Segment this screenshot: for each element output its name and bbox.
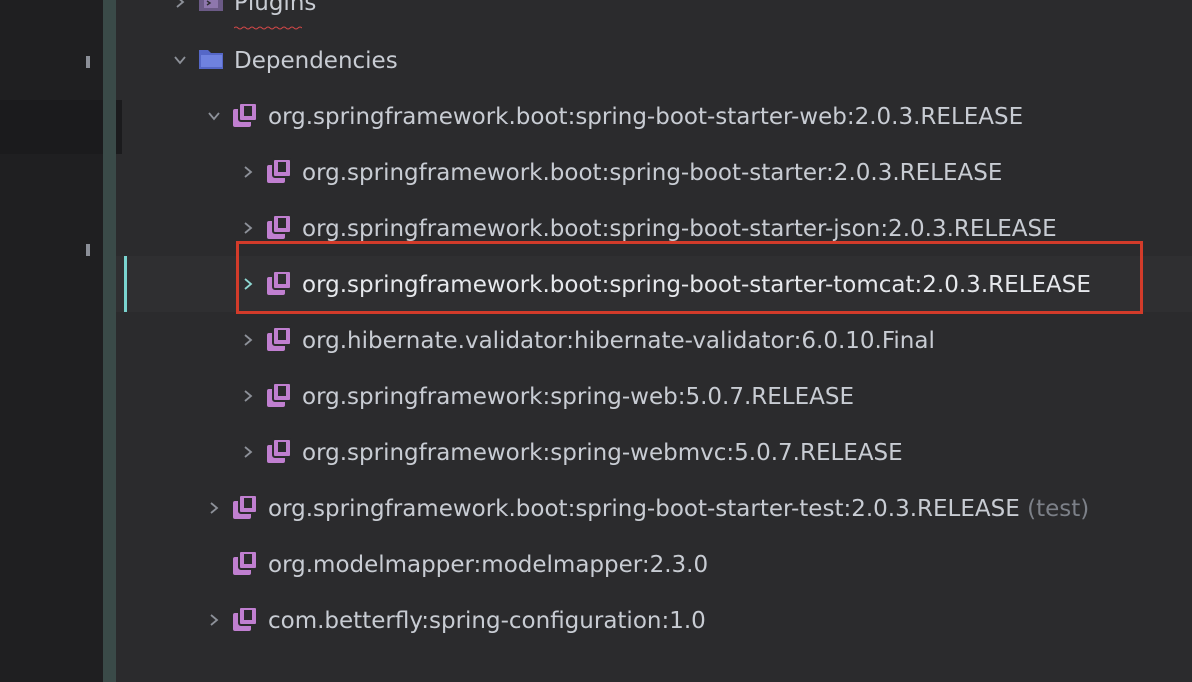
tree-label: org.springframework.boot:spring-boot-sta… bbox=[302, 160, 1003, 186]
scroll-marker bbox=[86, 56, 90, 68]
tree-row-dependency[interactable]: com.betterfly:spring-configuration:1.0 bbox=[116, 592, 1192, 648]
highlight-annotation-box bbox=[236, 241, 1143, 314]
chevron-down-icon[interactable] bbox=[170, 32, 190, 88]
plugin-folder-icon bbox=[199, 0, 223, 11]
chevron-right-icon[interactable] bbox=[238, 424, 258, 480]
tree-label: org.springframework.boot:spring-boot-sta… bbox=[268, 104, 1024, 130]
library-icon bbox=[267, 438, 292, 463]
tree-row-dependencies[interactable]: Dependencies bbox=[116, 32, 1192, 88]
chevron-right-icon[interactable] bbox=[238, 144, 258, 200]
chevron-right-icon[interactable] bbox=[238, 312, 258, 368]
tree-label: com.betterfly:spring-configuration:1.0 bbox=[268, 608, 706, 634]
folder-icon bbox=[199, 50, 223, 69]
tree-row-dependency[interactable]: org.hibernate.validator:hibernate-valida… bbox=[116, 312, 1192, 368]
tree-row-dependency[interactable]: org.springframework.boot:spring-boot-sta… bbox=[116, 480, 1192, 536]
maven-dependency-tree: Plugins Dependencies org.springframework… bbox=[116, 0, 1192, 682]
dependency-name: org.springframework.boot:spring-boot-sta… bbox=[268, 496, 1020, 522]
panel-divider[interactable] bbox=[103, 0, 116, 682]
scope-label: (test) bbox=[1027, 496, 1090, 522]
tree-row-dependency[interactable]: org.modelmapper:modelmapper:2.3.0 bbox=[116, 536, 1192, 592]
tree-label: org.springframework.boot:spring-boot-sta… bbox=[268, 480, 1089, 538]
left-tool-panel bbox=[0, 0, 122, 682]
spellcheck-squiggle bbox=[234, 26, 302, 30]
tree-label: org.springframework:spring-webmvc:5.0.7.… bbox=[302, 440, 903, 466]
library-icon bbox=[267, 326, 292, 351]
tree-row-dependency[interactable]: org.springframework.boot:spring-boot-sta… bbox=[116, 144, 1192, 200]
tree-row-dependency[interactable]: org.springframework.boot:spring-boot-sta… bbox=[116, 88, 1192, 144]
library-icon bbox=[267, 158, 292, 183]
selection-gutter bbox=[124, 256, 127, 312]
library-icon bbox=[233, 102, 258, 127]
library-icon bbox=[267, 382, 292, 407]
chevron-right-icon[interactable] bbox=[204, 592, 224, 648]
chevron-right-icon[interactable] bbox=[238, 368, 258, 424]
library-icon bbox=[233, 550, 258, 575]
chevron-down-icon[interactable] bbox=[204, 88, 224, 144]
tree-label: Dependencies bbox=[234, 48, 398, 74]
library-icon bbox=[233, 494, 258, 519]
tree-label: org.springframework:spring-web:5.0.7.REL… bbox=[302, 384, 855, 410]
tree-label: org.modelmapper:modelmapper:2.3.0 bbox=[268, 552, 709, 578]
chevron-right-icon[interactable] bbox=[204, 480, 224, 536]
scroll-marker bbox=[86, 244, 90, 256]
library-icon bbox=[267, 214, 292, 239]
tree-row-dependency[interactable]: org.springframework:spring-web:5.0.7.REL… bbox=[116, 368, 1192, 424]
tree-label: org.hibernate.validator:hibernate-valida… bbox=[302, 328, 935, 354]
chevron-right-icon[interactable] bbox=[170, 0, 190, 30]
tree-row-dependency[interactable]: org.springframework:spring-webmvc:5.0.7.… bbox=[116, 424, 1192, 480]
library-icon bbox=[233, 606, 258, 631]
